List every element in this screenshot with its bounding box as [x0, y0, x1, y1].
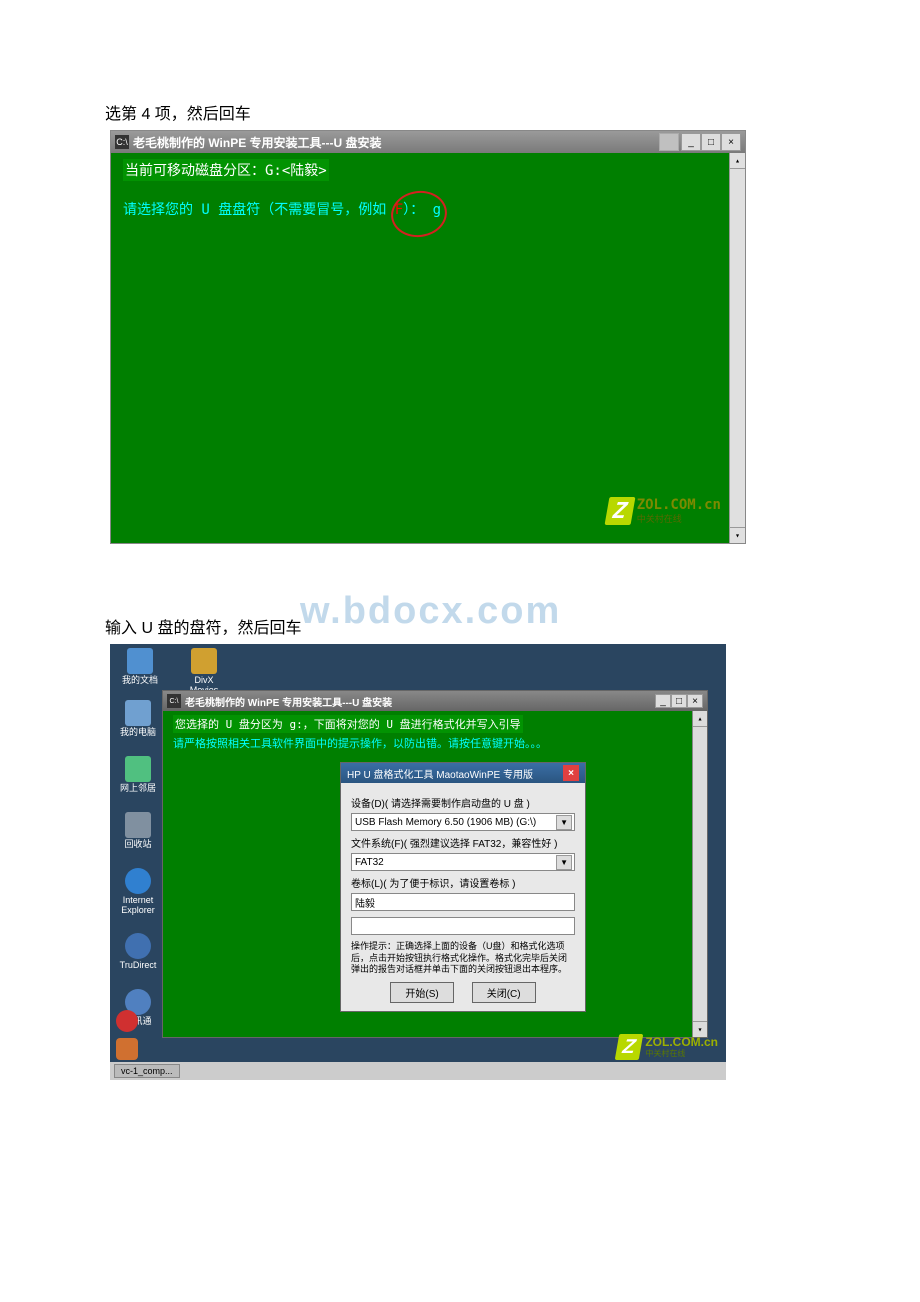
- window-title-1: 老毛桃制作的 WinPE 专用安装工具---U 盘安装: [133, 134, 659, 151]
- close-button-dialog[interactable]: 关闭(C): [472, 982, 536, 1003]
- zol-z-icon-2: Z: [615, 1034, 644, 1060]
- scroll-down-icon[interactable]: ▾: [730, 527, 745, 543]
- titlebar-2: C:\ 老毛桃制作的 WinPE 专用安装工具---U 盘安装 _ □ ×: [163, 691, 707, 711]
- zol-sub-2: 中关村在线: [645, 1048, 718, 1059]
- window-title-2: 老毛桃制作的 WinPE 专用安装工具---U 盘安装: [185, 694, 655, 709]
- console-body-1: 当前可移动磁盘分区：G:<陆毅> 请选择您的 U 盘盘符（不需要冒号，例如 F）…: [111, 153, 745, 543]
- zol-brand-2: ZOL.COM.cn: [645, 1036, 718, 1048]
- zol-logo: Z ZOL.COM.cn 中关村在线: [607, 497, 721, 525]
- filesystem-label: 文件系统(F)( 强烈建议选择 FAT32，兼容性好 ): [351, 835, 575, 850]
- titlebar-1: C:\ 老毛桃制作的 WinPE 专用安装工具---U 盘安装 _ □ ×: [111, 131, 745, 153]
- zol-z-icon: Z: [604, 497, 635, 525]
- maximize-button-2[interactable]: □: [671, 694, 687, 708]
- desktop-screenshot: 我的文档 DivX Movies 我的电脑 网上邻居 回收站 Internet …: [110, 644, 726, 1080]
- dialog-titlebar: HP U 盘格式化工具 MaotaoWinPE 专用版 ×: [341, 763, 585, 783]
- start-button[interactable]: 开始(S): [390, 982, 453, 1003]
- cmd-icon: C:\: [115, 135, 129, 149]
- device-label: 设备(D)( 请选择需要制作启动盘的 U 盘 ): [351, 795, 575, 810]
- console-partition-line: 当前可移动磁盘分区：G:<陆毅>: [123, 159, 329, 181]
- desktop-icon-ie[interactable]: Internet Explorer: [116, 868, 160, 916]
- desktop-icon-recycle[interactable]: 回收站: [116, 812, 160, 850]
- dialog-close-button[interactable]: ×: [563, 765, 579, 781]
- device-select[interactable]: USB Flash Memory 6.50 (1906 MB) (G:\): [351, 813, 575, 831]
- watermark-text: w.bdocx.com: [300, 590, 561, 633]
- zol-brand: ZOL.COM.cn: [637, 498, 721, 512]
- cmd-icon-2: C:\: [167, 694, 181, 708]
- scroll-up-icon[interactable]: ▴: [730, 153, 745, 169]
- console-line-b: 请严格按照相关工具软件界面中的提示操作，以防出错。请按任意键开始。。。: [173, 735, 697, 751]
- volume-input[interactable]: [351, 893, 575, 911]
- format-dialog: HP U 盘格式化工具 MaotaoWinPE 专用版 × 设备(D)( 请选择…: [340, 762, 586, 1012]
- volume-label: 卷标(L)( 为了便于标识，请设置卷标 ): [351, 875, 575, 890]
- tray-icon-2[interactable]: [116, 1038, 138, 1060]
- desktop-icon-computer[interactable]: 我的电脑: [116, 700, 160, 738]
- desktop-icon-network[interactable]: 网上邻居: [116, 756, 160, 794]
- close-button-2[interactable]: ×: [687, 694, 703, 708]
- taskbar: vc-1_comp...: [110, 1062, 726, 1080]
- tray-icon-1[interactable]: [116, 1010, 138, 1032]
- minimize-button-2[interactable]: _: [655, 694, 671, 708]
- scrollbar-vertical[interactable]: ▴ ▾: [729, 153, 745, 543]
- dialog-tip: 操作提示：正确选择上面的设备（U盘）和格式化选项后，点击开始按钮执行格式化操作。…: [351, 941, 575, 976]
- caption-1: 选第 4 项，然后回车: [105, 100, 880, 124]
- scroll-up-icon-2[interactable]: ▴: [693, 711, 707, 727]
- console-line-a: 您选择的 U 盘分区为 g:，下面将对您的 U 盘进行格式化并写入引导: [173, 715, 523, 733]
- desktop-icon-divx[interactable]: DivX Movies: [182, 648, 226, 696]
- filesystem-select[interactable]: FAT32: [351, 853, 575, 871]
- desktop-icon-trudirect[interactable]: TruDirect: [116, 933, 160, 971]
- maximize-button[interactable]: □: [701, 133, 721, 151]
- zol-logo-2: Z ZOL.COM.cn 中关村在线: [617, 1034, 718, 1060]
- zol-sub: 中关村在线: [637, 512, 721, 525]
- console-window-1: C:\ 老毛桃制作的 WinPE 专用安装工具---U 盘安装 _ □ × 当前…: [110, 130, 746, 544]
- taskbar-item[interactable]: vc-1_comp...: [114, 1064, 180, 1078]
- empty-field: [351, 917, 575, 935]
- minimize-button[interactable]: _: [681, 133, 701, 151]
- console-prompt: 请选择您的 U 盘盘符（不需要冒号，例如 F）：: [123, 202, 433, 218]
- scrollbar-vertical-2[interactable]: ▴ ▾: [692, 711, 707, 1037]
- dialog-title-text: HP U 盘格式化工具 MaotaoWinPE 专用版: [347, 766, 533, 781]
- desktop-icon-mydocs[interactable]: 我的文档: [118, 648, 162, 696]
- close-button[interactable]: ×: [721, 133, 741, 151]
- ghost-btn: [659, 133, 679, 151]
